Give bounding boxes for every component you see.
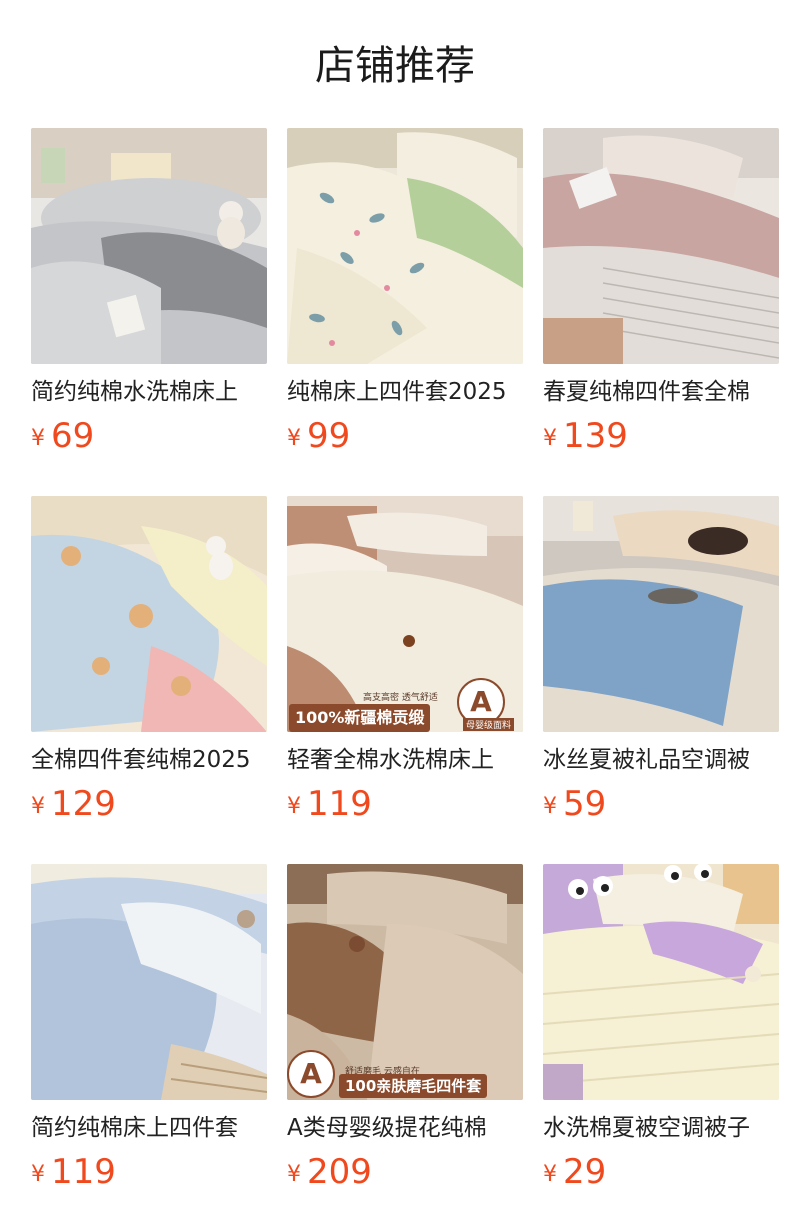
product-image[interactable]: A 舒适磨毛 云感自在 100亲肤磨毛四件套 xyxy=(287,864,523,1100)
promo-badge: 100亲肤磨毛四件套 xyxy=(339,1074,488,1098)
price-value: 139 xyxy=(563,416,628,456)
product-image[interactable] xyxy=(31,864,267,1100)
price-value: 69 xyxy=(51,416,95,456)
currency-symbol: ¥ xyxy=(287,426,301,451)
product-card[interactable]: 简约纯棉床上四件套 ¥119 xyxy=(31,864,267,1194)
product-image[interactable] xyxy=(543,864,779,1100)
product-name[interactable]: 春夏纯棉四件套全棉 xyxy=(543,375,779,409)
product-image[interactable] xyxy=(543,496,779,732)
product-name[interactable]: 简约纯棉水洗棉床上 xyxy=(31,375,267,409)
product-card[interactable]: 水洗棉夏被空调被子 ¥29 xyxy=(543,864,779,1194)
product-card[interactable]: 冰丝夏被礼品空调被 ¥59 xyxy=(543,496,779,826)
price-value: 119 xyxy=(307,784,372,824)
product-name[interactable]: 轻奢全棉水洗棉床上 xyxy=(287,743,523,777)
price-value: 29 xyxy=(563,1152,607,1192)
product-name[interactable]: 纯棉床上四件套2025 xyxy=(287,375,523,409)
currency-symbol: ¥ xyxy=(287,794,301,819)
product-card[interactable]: 高支高密 透气舒适 100%新疆棉贡缎 A 母婴级面料 轻奢全棉水洗棉床上 ¥1… xyxy=(287,496,523,826)
product-price: ¥139 xyxy=(543,414,628,458)
promo-badge: 100%新疆棉贡缎 xyxy=(289,704,431,732)
price-value: 99 xyxy=(307,416,351,456)
product-price: ¥29 xyxy=(543,1150,606,1194)
currency-symbol: ¥ xyxy=(31,794,45,819)
price-value: 209 xyxy=(307,1152,372,1192)
currency-symbol: ¥ xyxy=(543,794,557,819)
product-price: ¥119 xyxy=(31,1150,116,1194)
product-image[interactable] xyxy=(287,128,523,364)
grade-a-label: 母婴级面料 xyxy=(463,718,515,731)
currency-symbol: ¥ xyxy=(543,426,557,451)
product-name[interactable]: 全棉四件套纯棉2025 xyxy=(31,743,267,777)
product-card[interactable]: 纯棉床上四件套2025 ¥99 xyxy=(287,128,523,458)
product-name[interactable]: 冰丝夏被礼品空调被 xyxy=(543,743,779,777)
product-image[interactable] xyxy=(31,128,267,364)
currency-symbol: ¥ xyxy=(287,1162,301,1187)
product-card[interactable]: 春夏纯棉四件套全棉 ¥139 xyxy=(543,128,779,458)
product-card[interactable]: 简约纯棉水洗棉床上 ¥69 xyxy=(31,128,267,458)
currency-symbol: ¥ xyxy=(543,1162,557,1187)
product-card[interactable]: A 舒适磨毛 云感自在 100亲肤磨毛四件套 A类母婴级提花纯棉 ¥209 xyxy=(287,864,523,1194)
grade-a-icon: A xyxy=(287,1050,335,1098)
currency-symbol: ¥ xyxy=(31,426,45,451)
currency-symbol: ¥ xyxy=(31,1162,45,1187)
product-name[interactable]: A类母婴级提花纯棉 xyxy=(287,1111,523,1145)
product-price: ¥99 xyxy=(287,414,350,458)
price-value: 129 xyxy=(51,784,116,824)
product-image[interactable]: 高支高密 透气舒适 100%新疆棉贡缎 A 母婴级面料 xyxy=(287,496,523,732)
product-price: ¥129 xyxy=(31,782,116,826)
price-value: 119 xyxy=(51,1152,116,1192)
badge-subtitle: 高支高密 透气舒适 xyxy=(363,693,438,703)
product-price: ¥209 xyxy=(287,1150,372,1194)
product-name[interactable]: 水洗棉夏被空调被子 xyxy=(543,1111,779,1145)
product-price: ¥119 xyxy=(287,782,372,826)
product-image[interactable] xyxy=(31,496,267,732)
product-price: ¥59 xyxy=(543,782,606,826)
product-price: ¥69 xyxy=(31,414,94,458)
page-title: 店铺推荐 xyxy=(315,43,475,89)
product-card[interactable]: 全棉四件套纯棉2025 ¥129 xyxy=(31,496,267,826)
price-value: 59 xyxy=(563,784,607,824)
product-name[interactable]: 简约纯棉床上四件套 xyxy=(31,1111,267,1145)
product-image[interactable] xyxy=(543,128,779,364)
